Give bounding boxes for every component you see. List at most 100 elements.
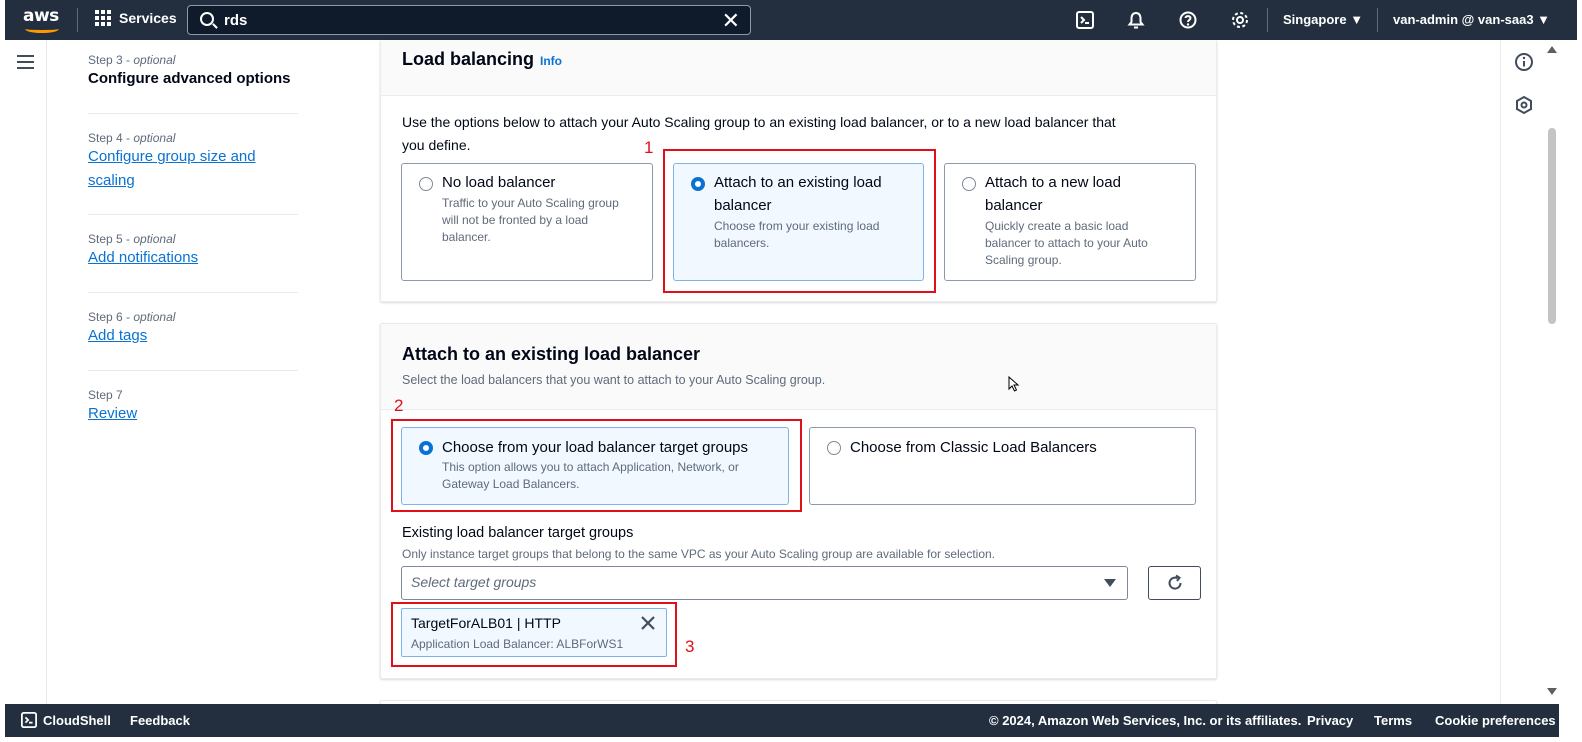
option-description: This option allows you to attach Applica… (442, 460, 739, 491)
divider (77, 8, 78, 32)
option-title: Attach to an existing load balancer (714, 174, 882, 214)
services-label: Services (119, 10, 177, 26)
attach-existing-subtitle: Select the load balancers that you want … (402, 373, 826, 387)
account-label: van-admin @ van-saa3 (1393, 12, 1534, 27)
option-title: Choose from Classic Load Balancers (850, 439, 1097, 456)
menu-hamburger-icon[interactable] (17, 55, 34, 69)
divider (88, 214, 298, 215)
step-link-add-tags[interactable]: Add tags (88, 324, 298, 348)
divider (1267, 8, 1268, 32)
clear-search-icon[interactable]: ✕ (722, 8, 740, 34)
option-attach-new-load-balancer[interactable]: Attach to a new load balancer Quickly cre… (944, 163, 1196, 281)
settings-gear-icon[interactable] (1230, 10, 1250, 30)
step-number: Step 6 (88, 310, 123, 324)
region-selector[interactable]: Singapore ▼ (1283, 12, 1363, 27)
cloudshell-icon[interactable] (1075, 10, 1095, 30)
services-menu-button[interactable]: Services (95, 10, 177, 26)
panel-header: Load balancing Info (381, 40, 1216, 96)
target-groups-select[interactable]: Select target groups (401, 566, 1128, 600)
region-label: Singapore (1283, 12, 1347, 27)
option-attach-existing-load-balancer[interactable]: Attach to an existing load balancer Choos… (673, 163, 924, 281)
attach-existing-title: Attach to an existing load balancer (402, 344, 701, 364)
option-title: Attach to a new load balancer (985, 174, 1121, 214)
terminal-icon (21, 712, 37, 728)
page-scrollbar[interactable] (1545, 40, 1559, 704)
step-number: Step 5 (88, 232, 123, 246)
feedback-link[interactable]: Feedback (130, 713, 190, 728)
top-navigation-bar: aws Services ✕ Singapore ▼ van-admin @ v… (5, 0, 1577, 40)
utility-rail (1500, 40, 1545, 704)
refresh-icon (1168, 574, 1182, 590)
footer-bar: CloudShell Feedback © 2024, Amazon Web S… (5, 704, 1559, 737)
radio-attach-new[interactable] (962, 177, 976, 191)
scrollbar-thumb[interactable] (1548, 128, 1556, 324)
hexagon-icon[interactable] (1514, 95, 1534, 115)
load-balancing-description: Use the options below to attach your Aut… (402, 114, 1116, 153)
option-classic-load-balancers[interactable]: Choose from Classic Load Balancers (809, 427, 1196, 505)
select-placeholder: Select target groups (411, 574, 537, 590)
scroll-up-arrow-icon[interactable] (1547, 46, 1557, 53)
divider (88, 370, 298, 371)
step-optional: optional (133, 310, 176, 324)
annotation-marker-1: 1 (644, 138, 654, 157)
scroll-down-arrow-icon[interactable] (1547, 688, 1557, 695)
divider (88, 292, 298, 293)
side-navigation-rail (5, 40, 47, 704)
terms-link[interactable]: Terms (1374, 713, 1412, 728)
option-title: Choose from your load balancer target gr… (442, 439, 749, 456)
account-menu[interactable]: van-admin @ van-saa3 ▼ (1393, 12, 1550, 27)
divider (88, 113, 298, 114)
selected-target-group-token: TargetForALB01 | HTTP Application Load B… (401, 608, 667, 657)
token-subtitle: Application Load Balancer: ALBForWS1 (411, 637, 624, 651)
step-4: Step 4 - optional Configure group size a… (88, 131, 298, 193)
step-3: Step 3 - optional Configure advanced opt… (88, 53, 298, 91)
cloudshell-label: CloudShell (43, 712, 111, 728)
step-label-current: Configure advanced options (88, 70, 291, 87)
help-icon[interactable] (1178, 10, 1198, 30)
radio-classic-load-balancers[interactable] (827, 441, 841, 455)
info-circle-icon[interactable] (1514, 52, 1534, 72)
token-title: TargetForALB01 | HTTP (411, 615, 561, 631)
annotation-marker-2: 2 (394, 396, 404, 415)
step-5: Step 5 - optional Add notifications (88, 232, 298, 270)
step-link-add-notifications[interactable]: Add notifications (88, 246, 298, 270)
cloudshell-button[interactable]: CloudShell (21, 712, 111, 728)
step-6: Step 6 - optional Add tags (88, 310, 298, 348)
step-optional: optional (133, 131, 176, 145)
option-description: Quickly create a basic load balancer to a… (985, 219, 1148, 267)
radio-no-load-balancer[interactable] (419, 177, 433, 191)
refresh-button[interactable] (1148, 566, 1201, 600)
load-balancing-title: Load balancing (402, 49, 535, 69)
option-title: No load balancer (442, 174, 556, 191)
cookie-preferences-link[interactable]: Cookie preferences (1435, 713, 1556, 728)
panel-header: Attach to an existing load balancer Sele… (381, 324, 1216, 410)
remove-token-close-icon[interactable] (638, 613, 658, 633)
target-groups-hint: Only instance target groups that belong … (402, 547, 996, 561)
step-7: Step 7 Review (88, 388, 298, 426)
aws-logo[interactable]: aws (23, 6, 63, 34)
caret-down-icon (1104, 579, 1116, 587)
notifications-bell-icon[interactable] (1126, 10, 1146, 30)
mouse-pointer-icon (1008, 376, 1020, 392)
divider (1377, 8, 1378, 32)
search-input[interactable] (224, 10, 704, 30)
aws-smile-icon (25, 25, 59, 33)
copyright-text: © 2024, Amazon Web Services, Inc. or its… (989, 713, 1302, 728)
search-box[interactable]: ✕ (187, 5, 751, 35)
step-link-configure-group-size[interactable]: Configure group size and scaling (88, 145, 298, 193)
option-description: Choose from your existing load balancers. (714, 219, 880, 250)
radio-target-groups[interactable] (419, 441, 433, 455)
search-icon (200, 12, 214, 26)
info-link[interactable]: Info (540, 54, 562, 68)
step-optional: optional (133, 53, 176, 67)
step-optional: optional (133, 232, 176, 246)
option-no-load-balancer[interactable]: No load balancer Traffic to your Auto Sc… (401, 163, 653, 281)
option-description: Traffic to your Auto Scaling group will n… (442, 196, 619, 244)
radio-attach-existing[interactable] (691, 177, 705, 191)
step-number: Step 4 (88, 131, 123, 145)
option-target-groups[interactable]: Choose from your load balancer target gr… (401, 427, 789, 505)
target-groups-label: Existing load balancer target groups (402, 525, 634, 541)
grid-icon (95, 10, 111, 26)
privacy-link[interactable]: Privacy (1307, 713, 1353, 728)
step-link-review[interactable]: Review (88, 402, 298, 426)
